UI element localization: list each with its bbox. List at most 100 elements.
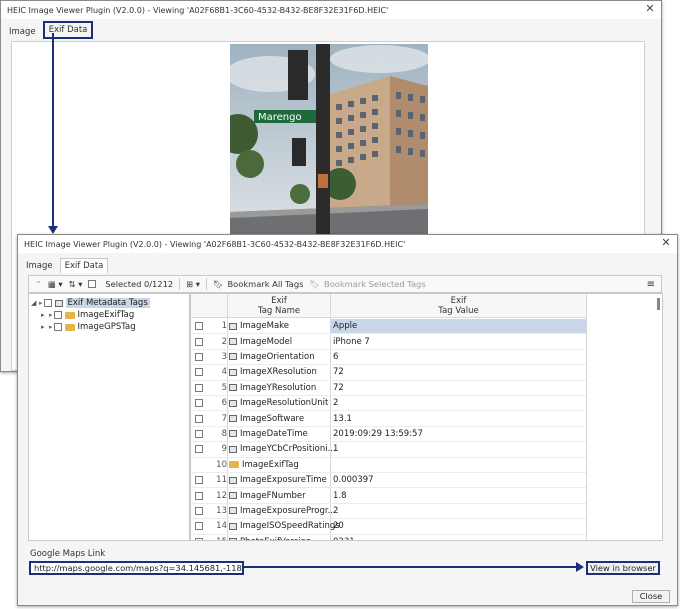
back-tab-exif-data[interactable]: Exif Data <box>42 21 94 39</box>
google-maps-url-field[interactable]: http://maps.google.com/maps?q=34.145681,… <box>29 561 244 575</box>
back-tab-image[interactable]: Image <box>5 25 40 39</box>
back-titlebar: HEIC Image Viewer Plugin (V2.0.0) - View… <box>1 1 661 19</box>
row-number: 6 <box>221 398 227 409</box>
table-row[interactable]: 14 ImageISOSpeedRatings 20 <box>191 519 586 535</box>
street-photo: Marengo <box>230 44 428 244</box>
select-checkbox-icon[interactable] <box>88 280 99 288</box>
grid-toolbar: ⌃ ▦ ▾ ⇅ ▾ Selected 0/1212 ⊞ ▾ 🔖︎ Bookmark… <box>28 275 662 293</box>
row-checkbox[interactable] <box>195 337 203 346</box>
vertical-scrollbar[interactable] <box>657 298 660 310</box>
front-tab-image[interactable]: Image <box>22 259 57 273</box>
bookmark-all-button[interactable]: 🔖︎ Bookmark All Tags <box>213 279 304 290</box>
row-number: 7 <box>221 413 227 424</box>
view-in-browser-button[interactable]: View in browser <box>586 561 660 575</box>
close-button[interactable]: Close <box>632 590 670 603</box>
image-icon <box>229 522 237 530</box>
image-icon <box>229 476 237 484</box>
row-checkbox[interactable] <box>195 522 203 531</box>
bookmark-selected-button[interactable]: 🔖︎ Bookmark Selected Tags <box>309 279 425 290</box>
row-tag-name: ImageExifTag <box>229 460 299 470</box>
annotation-arrow-head <box>576 562 584 572</box>
row-number: 3 <box>221 351 227 362</box>
table-row[interactable]: 9 ImageYCbCrPositioni... 1 <box>191 442 586 458</box>
table-row[interactable]: 7 ImageSoftware 13.1 <box>191 411 586 427</box>
table-row[interactable]: 3 ImageOrientation 6 <box>191 350 586 366</box>
table-row[interactable]: 5 ImageYResolution 72 <box>191 381 586 396</box>
tree-root[interactable]: ◢ ▸ Exif Metadata Tags <box>31 297 150 309</box>
table-row[interactable]: 12 ImageFNumber 1.8 <box>191 488 586 504</box>
back-close-icon[interactable]: ✕ <box>643 2 657 16</box>
tag-name-text: ImageYResolution <box>240 382 317 393</box>
image-icon <box>229 353 237 361</box>
tag-name-text: PhotoExifVersion <box>240 537 311 540</box>
row-checkbox[interactable] <box>195 368 203 377</box>
sort-icon[interactable]: ⇅ ▾ <box>69 279 83 289</box>
table-row[interactable]: 11 ImageExposureTime 0.000397 <box>191 473 586 489</box>
image-icon <box>229 415 237 423</box>
tree-item-exif[interactable]: ▸ ▸ ImageExifTag <box>41 309 134 321</box>
table-row[interactable]: 6 ImageResolutionUnit 2 <box>191 396 586 412</box>
table-row[interactable]: 10 ImageExifTag <box>191 458 586 473</box>
row-checkbox[interactable] <box>195 506 203 515</box>
grid-view-icon[interactable]: ▦ ▾ <box>48 279 63 289</box>
row-number: 13 <box>216 505 227 516</box>
row-checkbox[interactable] <box>195 352 203 361</box>
front-tabs: Image Exif Data <box>18 253 677 273</box>
row-checkbox[interactable] <box>195 537 203 540</box>
row-tag-value: 2019:09:29 13:59:57 <box>333 428 423 439</box>
expand-arrow-icon[interactable]: ▸ <box>41 323 49 331</box>
collapse-icon[interactable]: ⌃ <box>35 279 42 289</box>
row-number: 10 <box>216 459 227 470</box>
collapse-arrow-icon[interactable]: ◢ <box>31 299 39 307</box>
table-row[interactable]: 1 ImageMake Apple <box>191 319 586 335</box>
row-checkbox[interactable] <box>195 429 203 438</box>
row-tag-value: 0231 <box>333 537 355 540</box>
table-row[interactable]: 4 ImageXResolution 72 <box>191 365 586 381</box>
table-row[interactable]: 15 PhotoExifVersion 0231 <box>191 535 586 540</box>
row-checkbox[interactable] <box>195 383 203 392</box>
row-number: 2 <box>221 336 227 347</box>
tree-icon: ▸ <box>49 311 53 319</box>
tree-item-gps[interactable]: ▸ ▸ ImageGPSTag <box>41 321 136 333</box>
menu-icon[interactable]: ≡ <box>647 279 655 290</box>
row-number: 14 <box>216 521 227 532</box>
columns-icon[interactable]: ⊞ ▾ <box>186 279 200 289</box>
bookmark-icon: 🔖︎ <box>309 278 320 289</box>
tree-checkbox[interactable] <box>53 311 62 319</box>
front-window-title: HEIC Image Viewer Plugin (V2.0.0) - View… <box>24 239 406 249</box>
annotation-arrow-line <box>243 566 578 568</box>
row-number: 15 <box>205 537 227 540</box>
row-checkbox[interactable] <box>195 399 203 408</box>
row-number: 9 <box>221 444 227 455</box>
annotation-arrow-line <box>52 33 54 228</box>
row-checkbox[interactable] <box>195 491 203 500</box>
table-row[interactable]: 2 ImageModel iPhone 7 <box>191 334 586 350</box>
tag-name-text: ImageResolutionUnit <box>240 398 329 409</box>
bookmark-selected-label: Bookmark Selected Tags <box>324 279 426 289</box>
row-tag-name: ImageExposureTime <box>229 475 327 485</box>
back-tabs: Image Exif Data <box>1 19 661 39</box>
row-tag-name: ImageResolutionUnit <box>229 398 328 408</box>
table-row[interactable]: 8 ImageDateTime 2019:09:29 13:59:57 <box>191 427 586 443</box>
row-tag-value: 1 <box>333 444 339 455</box>
row-checkbox[interactable] <box>195 322 203 331</box>
row-checkbox[interactable] <box>195 445 203 454</box>
row-checkbox[interactable] <box>195 414 203 423</box>
tree-checkbox[interactable] <box>43 299 52 307</box>
header-tag-value[interactable]: Exif Tag Value <box>331 296 586 316</box>
row-checkbox[interactable] <box>195 476 203 485</box>
row-tag-name: ImageFNumber <box>229 491 306 501</box>
front-close-icon[interactable]: ✕ <box>659 236 673 250</box>
header-tag-name[interactable]: Exif Tag Name <box>227 296 331 316</box>
back-window-title: HEIC Image Viewer Plugin (V2.0.0) - View… <box>7 5 389 15</box>
front-titlebar: HEIC Image Viewer Plugin (V2.0.0) - View… <box>18 235 677 253</box>
image-icon <box>229 445 237 453</box>
tree-checkbox[interactable] <box>53 323 62 331</box>
image-icon <box>229 384 237 392</box>
expand-arrow-icon[interactable]: ▸ <box>41 311 49 319</box>
annotation-arrow-head <box>48 226 58 234</box>
table-row[interactable]: 13 ImageExposureProgr... 2 <box>191 504 586 520</box>
front-tab-exif-data[interactable]: Exif Data <box>59 258 109 273</box>
tag-name-text: ImageYCbCrPositioni... <box>240 444 336 455</box>
street-sign-text: Marengo <box>258 112 302 123</box>
